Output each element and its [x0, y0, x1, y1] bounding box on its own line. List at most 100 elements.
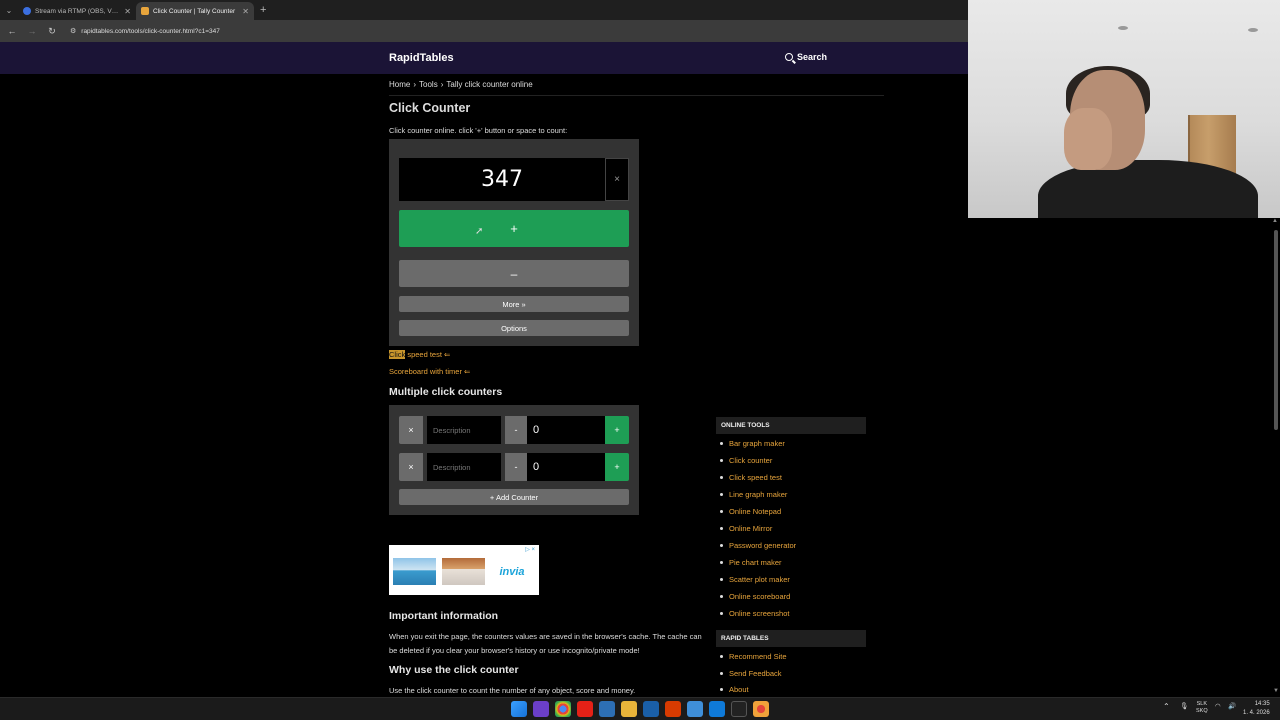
site-logo[interactable]: RapidTables	[389, 52, 454, 64]
youtube-icon[interactable]	[577, 701, 593, 717]
chrome-canary-icon[interactable]	[753, 701, 769, 717]
sidebar-link[interactable]: Click speed test	[716, 469, 796, 486]
tray-overflow-icon[interactable]: ⌃	[1163, 702, 1170, 711]
url-field[interactable]: ⚙ rapidtables.com/tools/click-counter.ht…	[70, 27, 220, 36]
counter-value-field[interactable]: 0	[527, 453, 605, 481]
delete-counter-button[interactable]: ×	[399, 416, 423, 444]
forward-icon[interactable]: →	[26, 26, 38, 36]
webcam-overlay	[968, 0, 1280, 218]
office-icon[interactable]	[665, 701, 681, 717]
windows-icon[interactable]	[511, 701, 527, 717]
language-indicator[interactable]: SLK SKQ	[1196, 701, 1208, 715]
chrome-icon[interactable]	[555, 701, 571, 717]
windows-taskbar: ⌃ 🎙 SLK SKQ ◠ 🔊 14:35 1. 4. 2026	[0, 697, 1280, 720]
sidebar-link[interactable]: Scatter plot maker	[716, 571, 796, 588]
sidebar-link[interactable]: Online Mirror	[716, 520, 796, 537]
more-button[interactable]: More »	[399, 296, 629, 312]
sidebar-link[interactable]: Online Notepad	[716, 503, 796, 520]
ceiling-light	[1248, 28, 1258, 32]
link-label: Online Mirror	[729, 524, 773, 533]
bullet-icon	[720, 655, 723, 658]
volume-icon[interactable]: 🔊	[1228, 702, 1236, 710]
search-button[interactable]: Search	[785, 52, 827, 62]
description-field[interactable]: Description	[427, 416, 501, 444]
scroll-up-icon[interactable]: ▲	[1272, 218, 1278, 224]
url-text: rapidtables.com/tools/click-counter.html…	[81, 27, 220, 35]
click-speed-test-link[interactable]: Click speed test ⇐	[389, 350, 450, 359]
visual-studio-icon[interactable]	[533, 701, 549, 717]
increment-button[interactable]: +	[399, 210, 629, 247]
terminal-icon[interactable]	[731, 701, 747, 717]
close-icon[interactable]: ✕	[242, 7, 249, 16]
link-label: Bar graph maker	[729, 439, 785, 448]
reload-icon[interactable]: ↻	[46, 26, 58, 37]
counter-decrement-button[interactable]: -	[505, 416, 527, 444]
rapid-tables-heading: RAPID TABLES	[716, 630, 866, 647]
ad-choices-icon[interactable]: ▷ ×	[525, 546, 535, 553]
rapid-tables-list: Recommend Site Send Feedback About	[716, 648, 787, 697]
folder-icon[interactable]	[621, 701, 637, 717]
bullet-icon	[720, 561, 723, 564]
why-use-text: Use the click counter to count the numbe…	[389, 686, 636, 695]
decrement-button[interactable]: –	[399, 260, 629, 287]
bullet-icon	[720, 493, 723, 496]
system-clock[interactable]: 14:35 1. 4. 2026	[1243, 700, 1270, 718]
counter-increment-button[interactable]: +	[605, 416, 629, 444]
store-icon[interactable]	[709, 701, 725, 717]
sidebar-link[interactable]: Online screenshot	[716, 605, 796, 622]
shield-icon[interactable]	[643, 701, 659, 717]
bullet-icon	[720, 459, 723, 462]
bullet-icon	[720, 442, 723, 445]
sidebar-link[interactable]: Password generator	[716, 537, 796, 554]
microphone-icon[interactable]: 🎙	[1180, 702, 1188, 710]
sidebar-link[interactable]: Send Feedback	[716, 665, 787, 682]
online-tools-heading: ONLINE TOOLS	[716, 417, 866, 434]
link-label: Online Notepad	[729, 507, 782, 516]
options-button[interactable]: Options	[399, 320, 629, 336]
sidebar-link[interactable]: Bar graph maker	[716, 435, 796, 452]
breadcrumb-separator: ›	[413, 80, 417, 89]
wifi-icon[interactable]: ◠	[1215, 702, 1221, 710]
back-icon[interactable]: ←	[6, 26, 18, 36]
rapidtables-favicon-icon	[141, 7, 149, 15]
online-tools-list: Bar graph maker Click counter Click spee…	[716, 435, 796, 622]
link-label: Scatter plot maker	[729, 575, 790, 584]
counter-decrement-button[interactable]: -	[505, 453, 527, 481]
bullet-icon	[720, 527, 723, 530]
close-icon[interactable]: ✕	[124, 7, 131, 16]
stream-favicon-icon	[23, 7, 31, 15]
link-label: Online screenshot	[729, 609, 790, 618]
mouse-cursor-icon: ➚	[475, 226, 484, 237]
reset-button[interactable]: ×	[605, 158, 629, 201]
notes-icon[interactable]	[687, 701, 703, 717]
sidebar-link[interactable]: Click counter	[716, 452, 796, 469]
lang-top: SLK	[1196, 701, 1208, 707]
breadcrumb-home[interactable]: Home	[389, 80, 410, 89]
counter-value-field[interactable]: 0	[527, 416, 605, 444]
advertisement-banner[interactable]: ▷ × invia	[389, 545, 539, 595]
sidebar-link[interactable]: Line graph maker	[716, 486, 796, 503]
counter-increment-button[interactable]: +	[605, 453, 629, 481]
scrollbar-thumb[interactable]	[1274, 230, 1278, 430]
scoreboard-link[interactable]: Scoreboard with timer ⇐	[389, 367, 470, 376]
breadcrumb-current[interactable]: Tally click counter online	[446, 80, 532, 89]
sidebar-link[interactable]: Online scoreboard	[716, 588, 796, 605]
bullet-icon	[720, 672, 723, 675]
sidebar-link[interactable]: About	[716, 682, 787, 697]
tab-search-icon[interactable]: ⌄	[0, 0, 18, 20]
delete-counter-button[interactable]: ×	[399, 453, 423, 481]
sidebar-link[interactable]: Recommend Site	[716, 648, 787, 665]
breadcrumb-tools[interactable]: Tools	[419, 80, 438, 89]
tab-click-counter[interactable]: Click Counter | Tally Counter ✕	[136, 2, 254, 20]
monitor-icon[interactable]	[599, 701, 615, 717]
scroll-down-icon[interactable]: ▼	[1273, 688, 1279, 694]
site-info-icon[interactable]: ⚙	[70, 27, 76, 35]
new-tab-button[interactable]: +	[260, 4, 266, 16]
link-highlight: Click	[389, 350, 406, 359]
link-label: Online scoreboard	[729, 592, 791, 601]
tab-stream-rtmp[interactable]: Stream via RTMP (OBS, Vmix, Zoom… ✕	[18, 2, 136, 20]
link-label: Pie chart maker	[729, 558, 782, 567]
description-field[interactable]: Description	[427, 453, 501, 481]
sidebar-link[interactable]: Pie chart maker	[716, 554, 796, 571]
add-counter-button[interactable]: + Add Counter	[399, 489, 629, 505]
